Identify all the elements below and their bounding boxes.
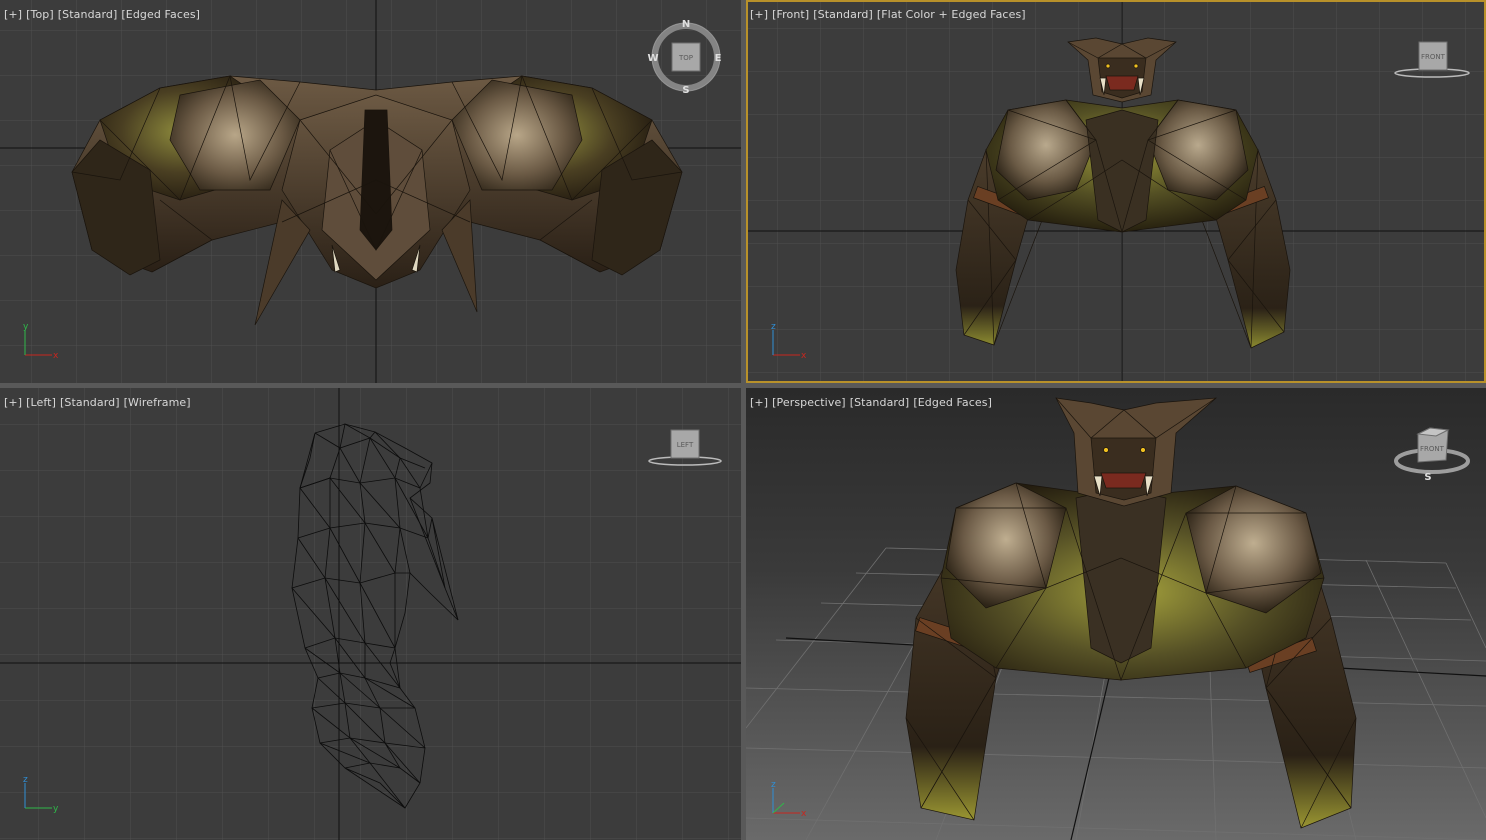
viewport-shading-mode[interactable]: [Flat Color + Edged Faces] <box>877 8 1026 21</box>
viewport-view-name[interactable]: [Front] <box>772 8 809 21</box>
viewport-menu-button[interactable]: [+] <box>4 396 22 409</box>
viewport-front[interactable]: x z FRONT [+] [Front] [Standard] [Flat Colo… <box>746 0 1486 383</box>
viewport-shading-mode[interactable]: [Wireframe] <box>124 396 191 409</box>
compass-s[interactable]: S <box>682 85 689 96</box>
viewport-shading-standard[interactable]: [Standard] <box>813 8 873 21</box>
viewport-menu-button[interactable]: [+] <box>750 396 768 409</box>
viewport-shading-standard[interactable]: [Standard] <box>850 396 910 409</box>
front-view-canvas[interactable]: x z FRONT <box>746 0 1486 383</box>
axis-tripod-perspective <box>772 788 800 814</box>
axis-label-y: y <box>53 804 59 814</box>
viewport-shading-mode[interactable]: [Edged Faces] <box>121 8 200 21</box>
perspective-view-canvas[interactable]: x z FRONT S <box>746 388 1486 840</box>
viewcube-face-label: FRONT <box>1421 53 1446 61</box>
left-view-canvas[interactable]: y z LEFT <box>0 388 741 840</box>
viewport-shading-standard[interactable]: [Standard] <box>58 8 118 21</box>
compass-e[interactable]: E <box>715 53 722 64</box>
viewport-top[interactable]: x y TOP N E S W [+] [Top] [Standard] [Edged… <box>0 0 741 383</box>
axis-label-x: x <box>801 351 807 361</box>
axis-label-z: z <box>23 775 28 785</box>
viewcube-face-label: FRONT <box>1420 445 1445 453</box>
viewport-view-name[interactable]: [Perspective] <box>772 396 846 409</box>
axis-label-z: z <box>771 322 776 332</box>
axis-label-z: z <box>771 780 776 790</box>
viewport-perspective[interactable]: x z FRONT S [+] [Perspective] [Standard] [E… <box>746 388 1486 840</box>
axis-label-x: x <box>53 351 59 361</box>
viewport-label-top[interactable]: [+] [Top] [Standard] [Edged Faces] <box>4 8 204 21</box>
viewport-label-left[interactable]: [+] [Left] [Standard] [Wireframe] <box>4 396 195 409</box>
viewcube-face-label: TOP <box>678 54 693 62</box>
compass-s[interactable]: S <box>1424 472 1431 483</box>
compass-n[interactable]: N <box>682 19 690 30</box>
character-mesh-perspective[interactable] <box>905 397 1357 829</box>
viewport-menu-button[interactable]: [+] <box>750 8 768 21</box>
viewport-menu-button[interactable]: [+] <box>4 8 22 21</box>
viewport-divider-vertical[interactable] <box>741 0 746 840</box>
viewport-left[interactable]: y z LEFT [+] [Left] [Standard] [Wireframe] <box>0 388 741 840</box>
viewport-label-perspective[interactable]: [+] [Perspective] [Standard] [Edged Faces] <box>750 396 996 409</box>
viewport-view-name[interactable]: [Top] <box>26 8 54 21</box>
axis-label-x: x <box>801 809 807 819</box>
viewport-label-front[interactable]: [+] [Front] [Standard] [Flat Color + Edged … <box>750 8 1030 21</box>
axis-label-y: y <box>23 322 29 332</box>
viewport-shading-standard[interactable]: [Standard] <box>60 396 120 409</box>
viewport-divider-horizontal[interactable] <box>0 383 1486 388</box>
viewport-shading-mode[interactable]: [Edged Faces] <box>913 396 992 409</box>
viewport-view-name[interactable]: [Left] <box>26 396 56 409</box>
viewcube-face-label: LEFT <box>677 441 694 449</box>
compass-w[interactable]: W <box>647 53 658 64</box>
top-view-canvas[interactable]: x y TOP N E S W <box>0 0 741 383</box>
